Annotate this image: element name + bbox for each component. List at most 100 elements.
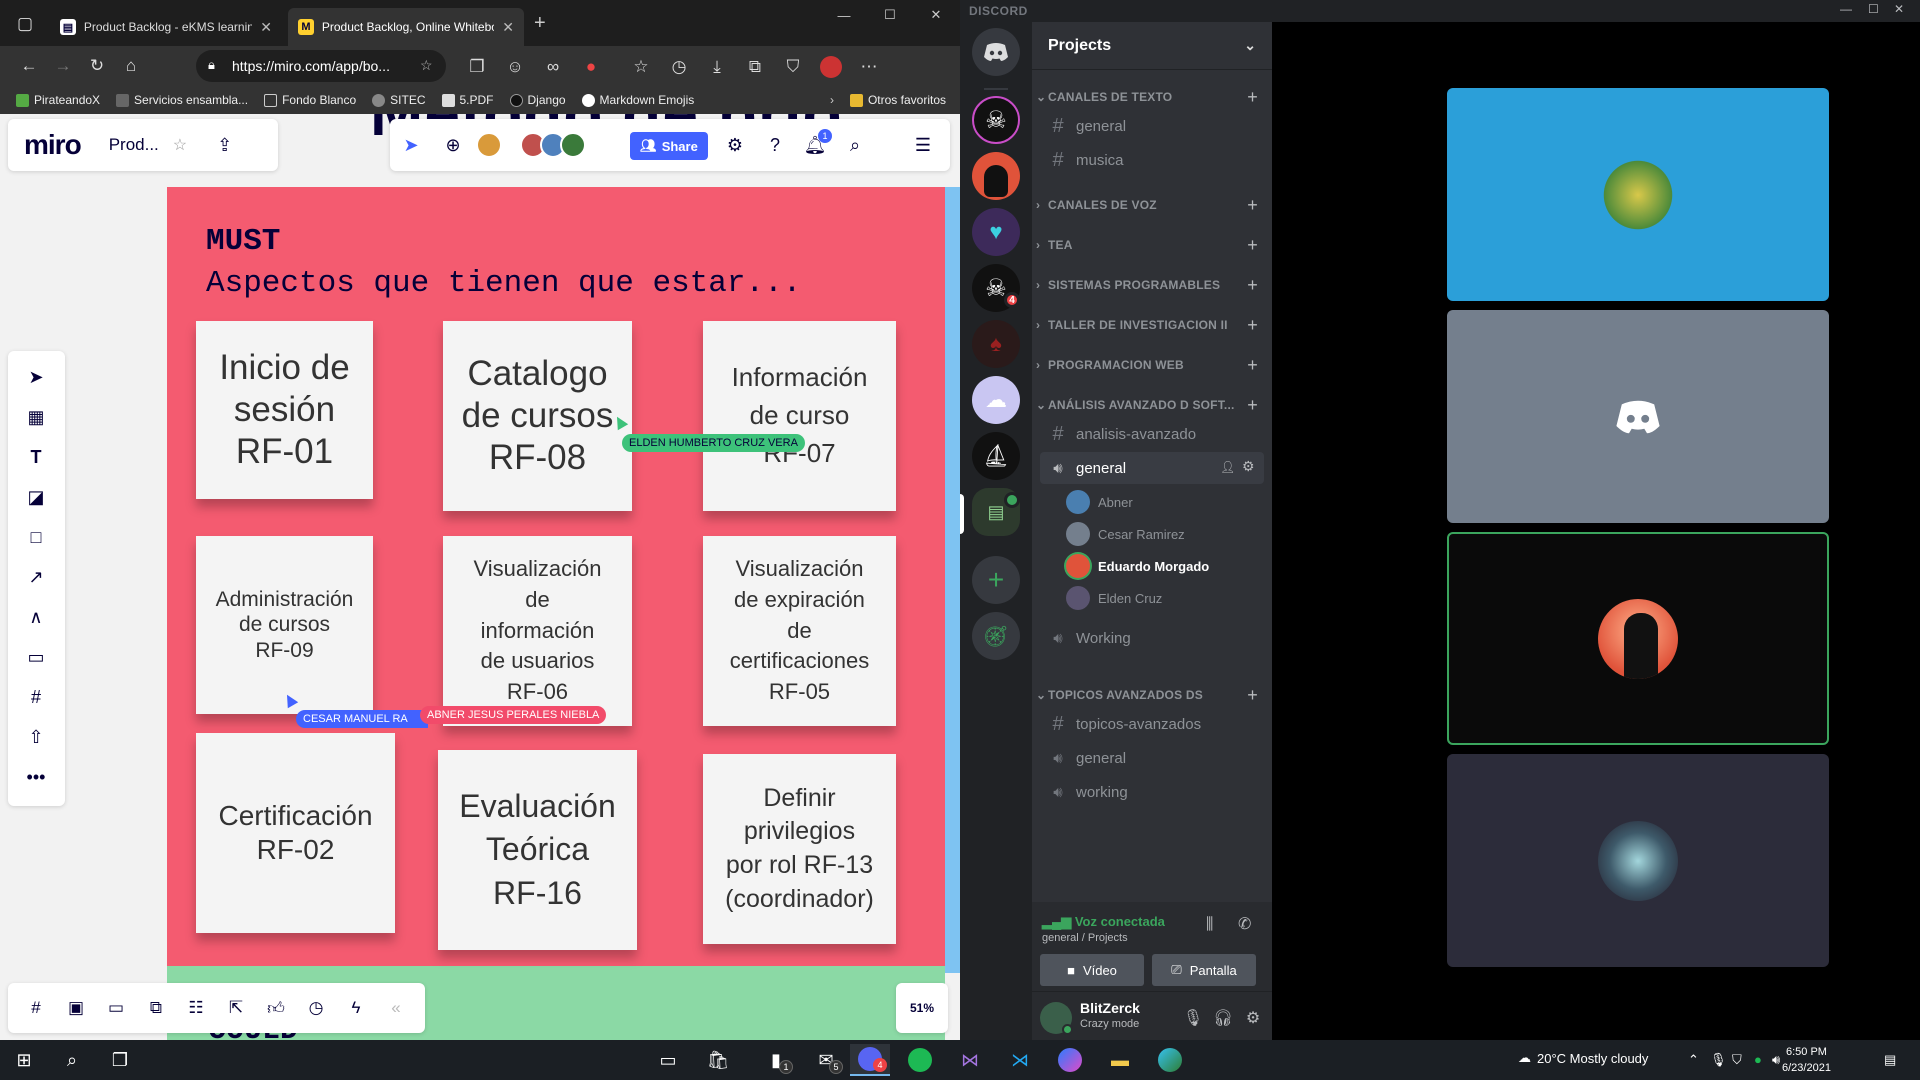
help-icon[interactable]: ? xyxy=(762,132,788,158)
visual-studio-icon[interactable]: ⋈ xyxy=(950,1044,990,1076)
sticky-note-icon[interactable]: ◪ xyxy=(22,483,50,511)
list-icon[interactable]: ☰ xyxy=(910,132,936,158)
add-collaborator-icon[interactable]: ⊕ xyxy=(440,132,466,158)
server-icon[interactable]: ⛵︎ xyxy=(972,432,1020,480)
channel-item[interactable]: # analisis-avanzado xyxy=(1040,418,1264,450)
lightning-icon[interactable]: ϟ xyxy=(342,994,370,1022)
screen-share-button[interactable]: ⎚ Pantalla xyxy=(1152,954,1256,986)
shield-icon[interactable]: ⛉ xyxy=(1732,1052,1742,1068)
select-icon[interactable]: ➤ xyxy=(22,363,50,391)
voice-member[interactable]: Cesar Ramirez xyxy=(1066,520,1266,548)
add-channel-icon[interactable]: + xyxy=(1247,235,1258,256)
vscode-icon[interactable]: ⋊ xyxy=(1000,1044,1040,1076)
volume-icon[interactable]: 🔊︎ xyxy=(1772,1052,1780,1068)
category[interactable]: ⌄ TOPICOS AVANZADOS DS + xyxy=(1036,685,1268,706)
sticky-note[interactable]: Definir privilegios por rol RF-13 (coord… xyxy=(703,754,896,944)
refresh-icon[interactable]: ↻ xyxy=(80,50,114,82)
home-icon[interactable]: ⌂ xyxy=(114,50,148,82)
extension-icon[interactable]: ☺ xyxy=(498,51,532,83)
collections-icon[interactable]: ⧉ xyxy=(738,51,772,83)
invite-icon[interactable]: 👤︎ xyxy=(1220,460,1235,474)
sticky-note[interactable]: Evaluación Teórica RF-16 xyxy=(438,750,637,950)
microphone-icon[interactable]: 🎙︎ xyxy=(1182,1007,1204,1029)
server-icon[interactable]: ☁ xyxy=(972,376,1020,424)
add-channel-icon[interactable]: + xyxy=(1247,87,1258,108)
windows-start-icon[interactable]: ⊞ xyxy=(4,1044,44,1076)
close-tab-icon[interactable]: ✕ xyxy=(502,19,514,36)
other-favorites[interactable]: Otros favoritos xyxy=(842,93,954,107)
video-chat-icon[interactable]: ⧉ xyxy=(142,994,170,1022)
sticky-note[interactable]: Certificación RF-02 xyxy=(196,733,395,933)
more-icon[interactable]: ⋯ xyxy=(852,51,886,83)
address-bar[interactable]: 🔒︎ https://miro.com/app/bo... ☆ xyxy=(196,50,446,82)
miro-canvas[interactable]: Método de prio COULD MUST Aspectos que t… xyxy=(0,114,960,1040)
frame-icon[interactable]: # xyxy=(22,683,50,711)
favorites-icon[interactable]: ☆ xyxy=(624,51,658,83)
server-icon[interactable]: ♠ xyxy=(972,320,1020,368)
headphones-icon[interactable]: 🎧︎ xyxy=(1212,1007,1234,1029)
new-tab-icon[interactable]: + xyxy=(534,12,546,35)
miro-logo[interactable]: miro xyxy=(24,129,82,161)
notifications-icon[interactable]: ▤ xyxy=(1884,1052,1896,1068)
voice-channel[interactable]: 🔊︎ general xyxy=(1040,742,1264,774)
settings-sliders-icon[interactable]: ⚙ xyxy=(722,132,748,158)
connection-line-icon[interactable]: ↗ xyxy=(22,563,50,591)
server-header[interactable]: Projects ⌄ xyxy=(1032,22,1272,70)
comment-icon[interactable]: ▭ xyxy=(22,643,50,671)
cards-icon[interactable]: ☷ xyxy=(182,994,210,1022)
share-button[interactable]: 👥︎ Share xyxy=(630,132,708,160)
chevron-up-icon[interactable]: ⌃ xyxy=(1688,1052,1699,1068)
maximize-icon[interactable]: ☐ xyxy=(1868,2,1879,16)
task-view-icon[interactable]: ❐ xyxy=(100,1044,140,1076)
close-tab-icon[interactable]: ✕ xyxy=(260,19,272,36)
terminal-icon[interactable]: ▭ xyxy=(648,1044,688,1076)
minimize-icon[interactable]: — xyxy=(1840,2,1852,16)
folder-icon[interactable]: ▬ xyxy=(1100,1044,1140,1076)
category[interactable]: ⌄ ANÁLISIS AVANZADO D SOFT... + xyxy=(1036,395,1268,415)
voice-member[interactable]: Elden Cruz xyxy=(1066,584,1266,612)
tab-ekms[interactable]: ▤ Product Backlog - eKMS learning ✕ xyxy=(50,8,282,46)
channel-item[interactable]: # musica xyxy=(1040,144,1264,176)
edge-icon[interactable] xyxy=(1150,1044,1190,1076)
weather-widget[interactable]: ☁ 20°C Mostly cloudy xyxy=(1518,1050,1648,1066)
history-icon[interactable]: ◷ xyxy=(662,51,696,83)
voice-channel-active[interactable]: 🔊︎ general 👤︎ ⚙ xyxy=(1040,452,1264,484)
add-channel-icon[interactable]: + xyxy=(1247,275,1258,296)
sticky-note[interactable]: Información de curso RF-07 xyxy=(703,321,896,511)
frames-icon[interactable]: # xyxy=(22,994,50,1022)
server-icon[interactable]: ☠ xyxy=(972,96,1020,144)
bookmark-item[interactable]: PirateandoX xyxy=(8,93,108,107)
explore-icon[interactable]: 🧭︎ xyxy=(972,612,1020,660)
messenger-icon[interactable] xyxy=(1050,1044,1090,1076)
security-icon[interactable]: ⛉ xyxy=(776,51,810,83)
upload-icon[interactable]: ⇧ xyxy=(22,723,50,751)
voice-location[interactable]: general / Projects xyxy=(1042,932,1128,944)
bookmark-item[interactable]: Fondo Blanco xyxy=(256,93,364,107)
disconnect-icon[interactable]: ✆ xyxy=(1238,914,1251,934)
microphone-tray-icon[interactable]: 🎙︎ xyxy=(1710,1052,1727,1068)
add-channel-icon[interactable]: + xyxy=(1247,685,1258,706)
spotify-tray-icon[interactable]: ● xyxy=(1754,1052,1762,1067)
voice-channel[interactable]: 🔊︎ Working xyxy=(1040,622,1264,654)
bookmark-item[interactable]: 5.PDF xyxy=(434,93,502,107)
channel-item[interactable]: # general xyxy=(1040,110,1264,142)
add-favorite-icon[interactable]: ☆ xyxy=(420,57,433,74)
avatar[interactable] xyxy=(560,132,586,158)
sticky-note[interactable]: Inicio de sesión RF-01 xyxy=(196,321,373,499)
share-screen-icon[interactable]: ⇱ xyxy=(222,994,250,1022)
system-clock[interactable]: 6:50 PM 6/23/2021 xyxy=(1782,1044,1831,1076)
close-window-icon[interactable]: ✕ xyxy=(914,0,958,30)
category[interactable]: › TEA + xyxy=(1036,235,1268,256)
sticky-note[interactable]: Visualización de expiración de certifica… xyxy=(703,536,896,726)
extension-icon[interactable]: ∞ xyxy=(536,51,570,83)
comments-icon[interactable]: ▭ xyxy=(102,994,130,1022)
files-icon[interactable]: ▮ 1 xyxy=(756,1044,796,1076)
mail-icon[interactable]: ✉ 5 xyxy=(806,1044,846,1076)
category[interactable]: › CANALES DE VOZ + xyxy=(1036,195,1268,215)
spotify-icon[interactable] xyxy=(900,1044,940,1076)
voice-channel[interactable]: 🔊︎ working xyxy=(1040,776,1264,808)
downloads-icon[interactable]: ⤓ xyxy=(700,51,734,83)
collapse-icon[interactable]: « xyxy=(382,994,410,1022)
gear-icon[interactable]: ⚙ xyxy=(1242,458,1255,475)
forward-icon[interactable]: → xyxy=(46,50,80,82)
